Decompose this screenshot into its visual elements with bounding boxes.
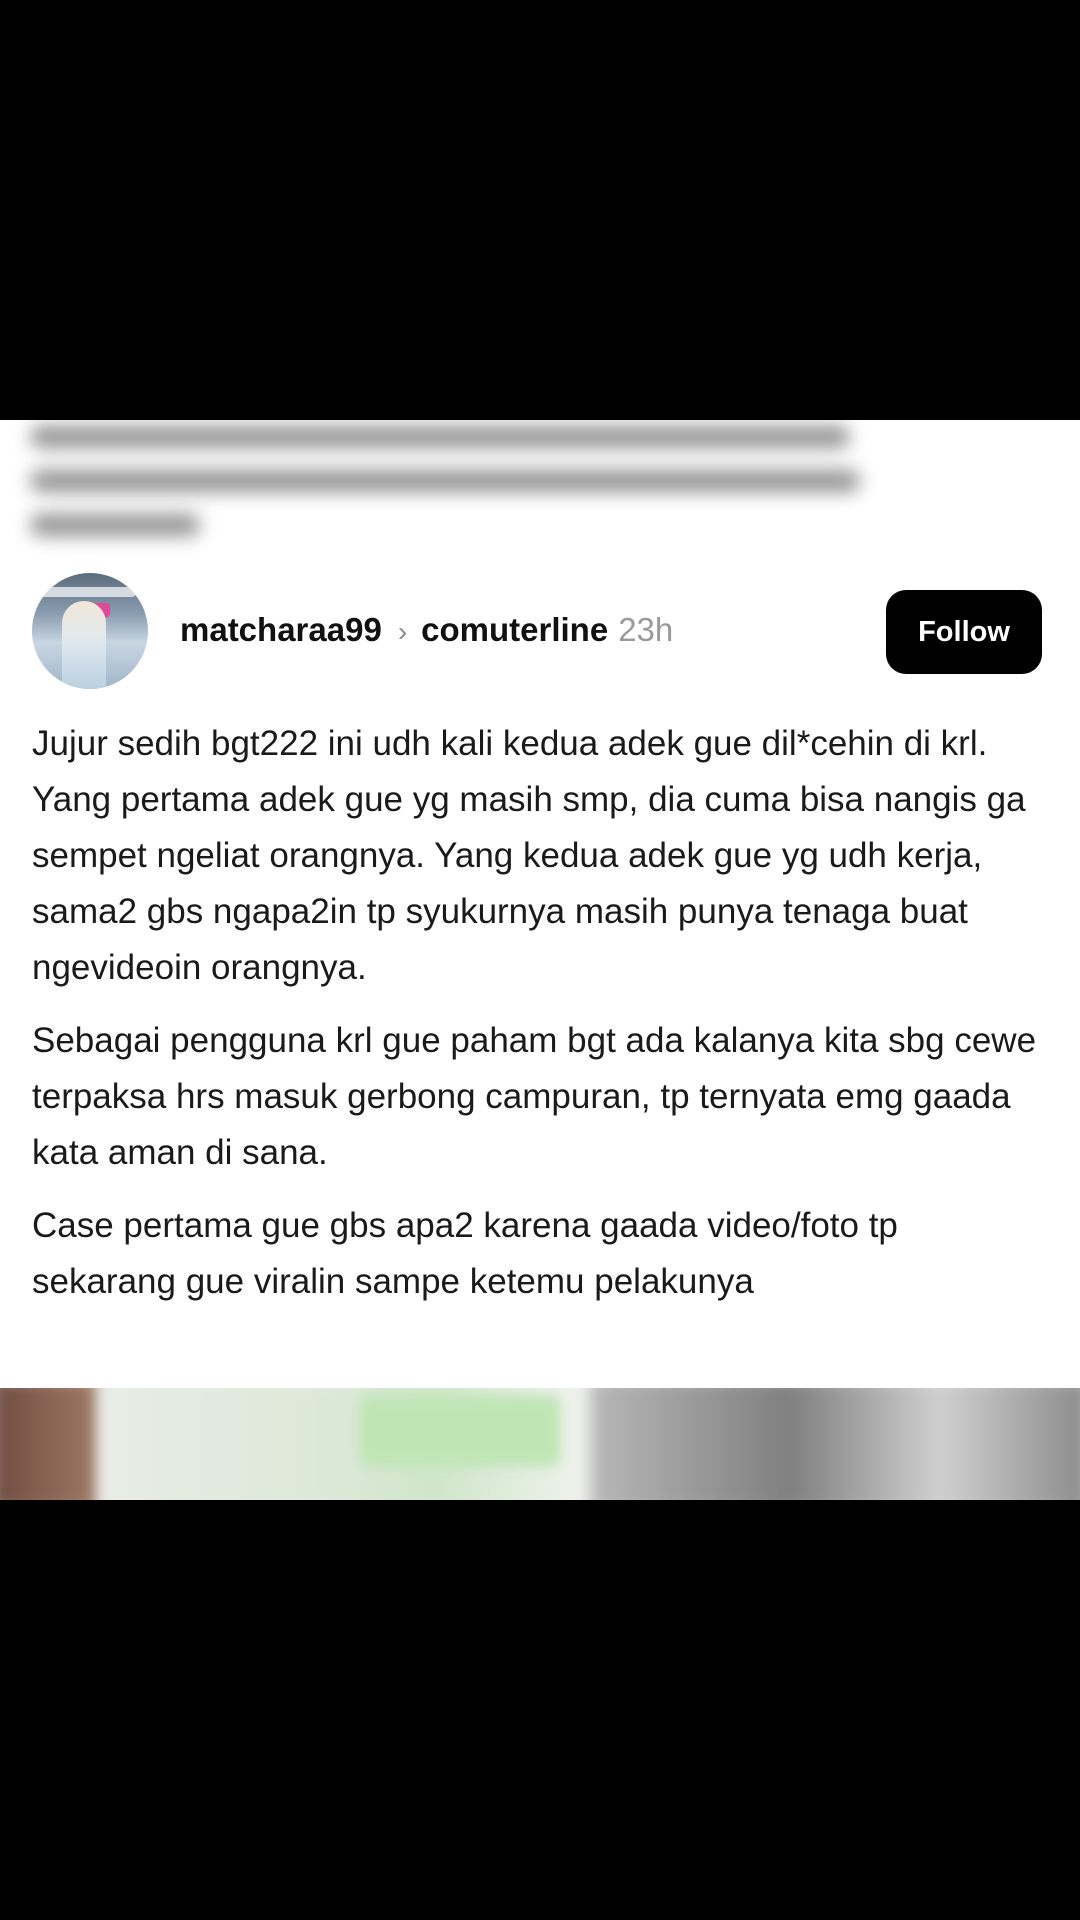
community-link[interactable]: comuterline bbox=[421, 610, 608, 650]
media-thumbnail[interactable] bbox=[0, 1388, 100, 1500]
avatar-figure-decor bbox=[62, 601, 106, 689]
avatar-light-decor bbox=[40, 587, 136, 597]
post-card: matcharaa99 › comuterline 23h Follow Juj… bbox=[0, 420, 1080, 1500]
post-paragraph: Case pertama gue gbs apa2 karena gaada v… bbox=[32, 1206, 898, 1301]
post-time: 23h bbox=[618, 611, 674, 648]
post-paragraph: Sebagai pengguna krl gue paham bgt ada k… bbox=[32, 1021, 1037, 1172]
user-avatar[interactable] bbox=[32, 573, 148, 689]
username-link[interactable]: matcharaa99 bbox=[180, 610, 382, 650]
post-body: Jujur sedih bgt222 ini udh kali kedua ad… bbox=[32, 716, 1042, 1327]
blurred-previous-text bbox=[30, 420, 1030, 536]
post-header: matcharaa99 › comuterline 23h Follow bbox=[32, 572, 1042, 690]
chevron-right-icon: › bbox=[397, 616, 408, 647]
media-carousel[interactable] bbox=[0, 1388, 1080, 1500]
media-chat-bubble-decor bbox=[360, 1396, 560, 1466]
follow-button[interactable]: Follow bbox=[886, 590, 1042, 674]
header-text: matcharaa99 › comuterline 23h bbox=[180, 610, 673, 652]
media-thumbnail[interactable] bbox=[590, 1388, 1080, 1500]
post-paragraph: Jujur sedih bgt222 ini udh kali kedua ad… bbox=[32, 724, 1026, 987]
screen: matcharaa99 › comuterline 23h Follow Juj… bbox=[0, 0, 1080, 1920]
